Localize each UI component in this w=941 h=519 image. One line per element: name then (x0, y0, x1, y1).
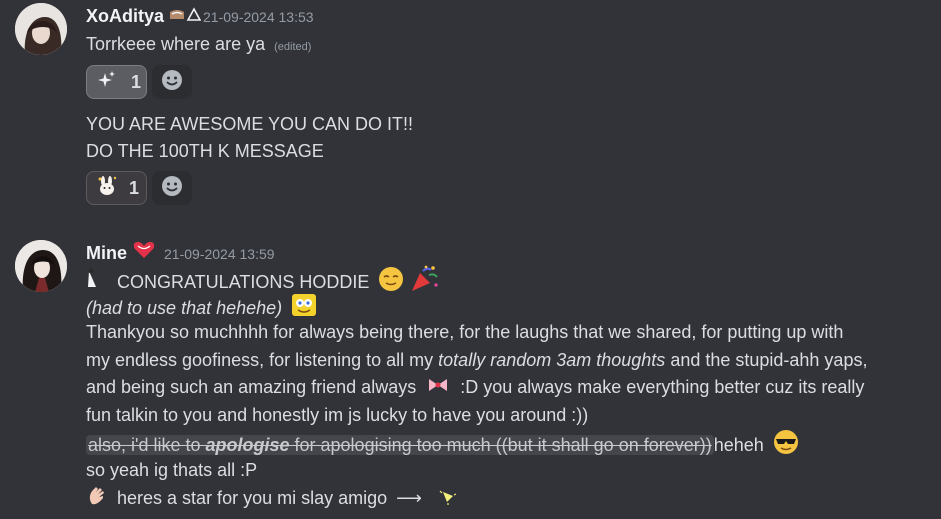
bow-emoji-icon (427, 375, 449, 402)
add-reaction-button[interactable] (152, 171, 192, 205)
badge-icons (169, 6, 202, 27)
sparkles-icon (97, 70, 117, 95)
spoiler-text[interactable]: also, i'd like to apologise for apologis… (86, 434, 714, 455)
message-line: heres a star for you mi slay amigo ⟶ (86, 484, 457, 514)
message-text: DO THE 100TH K MESSAGE (86, 141, 324, 161)
message-text: Torrkeee where are ya (86, 34, 266, 54)
message-text: Thankyou so muchhhh for always being the… (86, 322, 844, 342)
arrow-text: ⟶ (396, 487, 422, 508)
message-text: :D you always make everything better cuz… (460, 377, 865, 397)
message-text: and being such an amazing friend always (86, 377, 417, 397)
message-text: heheh (713, 434, 764, 455)
author-name[interactable]: XoAditya (86, 6, 164, 27)
add-reaction-button[interactable] (152, 65, 192, 99)
spoiler-bold: apologise (205, 434, 290, 455)
star-emoji-icon (439, 486, 457, 513)
avatar[interactable] (15, 240, 67, 292)
smiley-icon (161, 69, 183, 96)
reaction-bunny[interactable]: 1 (86, 171, 147, 205)
message-line: my endless goofiness, for listening to a… (86, 347, 867, 374)
message-text: CONGRATULATIONS HODDIE (117, 271, 370, 292)
cool-face-icon (772, 429, 800, 463)
reaction-count: 1 (129, 177, 140, 198)
message-text: my endless goofiness, for listening to a… (86, 350, 439, 370)
party-popper-icon (409, 265, 439, 301)
message-content: Torrkeee where are ya (edited) (86, 31, 311, 61)
timestamp: 21-09-2024 13:59 (164, 246, 275, 262)
message-text: and the stupid-ahh yaps, (665, 350, 868, 370)
reaction-sparkles[interactable]: 1 (86, 65, 147, 99)
heart-icon (133, 241, 155, 264)
message-text: YOU ARE AWESOME YOU CAN DO IT!! (86, 114, 414, 134)
spoiler-part: for apologising too much ((but it shall … (289, 434, 712, 455)
hand-wave-icon (86, 484, 108, 514)
message-text: heres a star for you mi slay amigo (117, 487, 388, 508)
message-text: (had to use that hehehe) (86, 297, 283, 318)
timestamp: 21-09-2024 13:53 (203, 9, 314, 25)
avatar[interactable] (15, 3, 67, 55)
italic-text: totally random 3am thoughts (438, 350, 666, 370)
edited-label: (edited) (274, 41, 312, 53)
bunny-icon (96, 175, 118, 202)
reaction-count: 1 (131, 71, 142, 92)
relieved-face-icon (378, 266, 404, 300)
message-line: and being such an amazing friend always … (86, 374, 864, 402)
smiley-icon (161, 175, 183, 202)
spoiler-part: also, i'd like to (88, 434, 206, 455)
message-text: so yeah ig thats all :P (86, 460, 258, 480)
message-text: fun talkin to you and honestly im js luc… (86, 405, 589, 425)
author-name[interactable]: Mine (86, 243, 127, 264)
